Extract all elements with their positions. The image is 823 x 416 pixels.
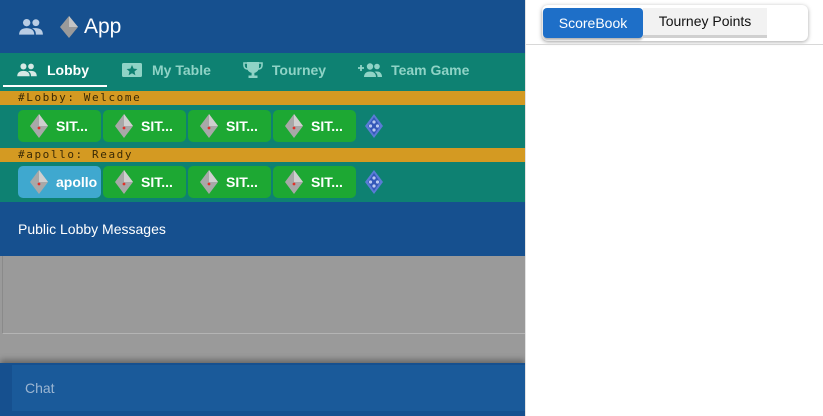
seat-button[interactable]: SIT... [273, 110, 356, 142]
seat-label: SIT... [226, 118, 258, 134]
tourney-points-toggle-button[interactable]: Tourney Points [643, 8, 767, 38]
game-panel: App Lobby My Table Tourney Team Game #Lo… [0, 0, 525, 416]
diamond-logo-icon [60, 15, 78, 38]
chat-input[interactable]: Chat [12, 365, 525, 411]
star-ticket-icon [122, 63, 142, 77]
seat-button-occupied[interactable]: apollo [18, 166, 101, 198]
seat-label: apollo [56, 174, 98, 190]
seat-row: SIT... SIT... SIT... SIT... [18, 110, 383, 142]
seat-label: SIT... [141, 118, 173, 134]
diamond-seat-icon [200, 170, 218, 194]
table-options-icon[interactable] [365, 114, 383, 138]
seat-button[interactable]: SIT... [103, 110, 186, 142]
diamond-seat-icon [200, 114, 218, 138]
chat-bar: Chat [0, 363, 525, 416]
people-icon [17, 63, 37, 77]
diamond-seat-icon [285, 170, 303, 194]
nav-tabs: Lobby My Table Tourney Team Game [0, 53, 525, 87]
app-bar: App [0, 0, 525, 53]
add-group-icon [358, 63, 383, 77]
app-title: App [84, 14, 122, 38]
score-view-toggle: ScoreBook Tourney Points [542, 5, 808, 41]
seat-label: SIT... [141, 174, 173, 190]
tab-label: Lobby [47, 62, 89, 78]
seat-button[interactable]: SIT... [188, 110, 271, 142]
tab-label: Team Game [391, 62, 470, 78]
people-icon[interactable] [18, 17, 44, 37]
tab-team-game[interactable]: Team Game [342, 53, 485, 87]
trophy-icon [243, 62, 263, 78]
scorebook-toggle-button[interactable]: ScoreBook [543, 8, 643, 38]
tab-lobby[interactable]: Lobby [0, 53, 107, 87]
tab-tourney[interactable]: Tourney [227, 53, 342, 87]
score-panel: ScoreBook Tourney Points [525, 0, 823, 416]
seat-button[interactable]: SIT... [103, 166, 186, 198]
lobby-messages-header[interactable]: Public Lobby Messages [0, 202, 525, 256]
seat-row: apollo SIT... SIT... SIT... [18, 166, 383, 198]
seat-label: SIT... [226, 174, 258, 190]
seat-button[interactable]: SIT... [18, 110, 101, 142]
seat-button[interactable]: SIT... [188, 166, 271, 198]
tab-label: My Table [152, 62, 211, 78]
seat-label: SIT... [56, 118, 88, 134]
tab-my-table[interactable]: My Table [105, 53, 227, 87]
diamond-seat-icon [285, 114, 303, 138]
diamond-seat-icon [30, 114, 48, 138]
diamond-seat-icon [115, 114, 133, 138]
seat-button[interactable]: SIT... [273, 166, 356, 198]
tab-label: Tourney [271, 62, 327, 78]
seat-label: SIT... [311, 118, 343, 134]
table-options-icon[interactable] [365, 170, 383, 194]
channel-status-bar: #Lobby: Welcome [0, 91, 525, 105]
app-root: App Lobby My Table Tourney Team Game #Lo… [0, 0, 823, 416]
divider [526, 44, 823, 45]
diamond-seat-icon [115, 170, 133, 194]
seat-label: SIT... [311, 174, 343, 190]
lobby-messages-list[interactable] [2, 256, 525, 334]
diamond-seat-icon [30, 170, 48, 194]
channel-status-bar: #apollo: Ready [0, 148, 525, 162]
